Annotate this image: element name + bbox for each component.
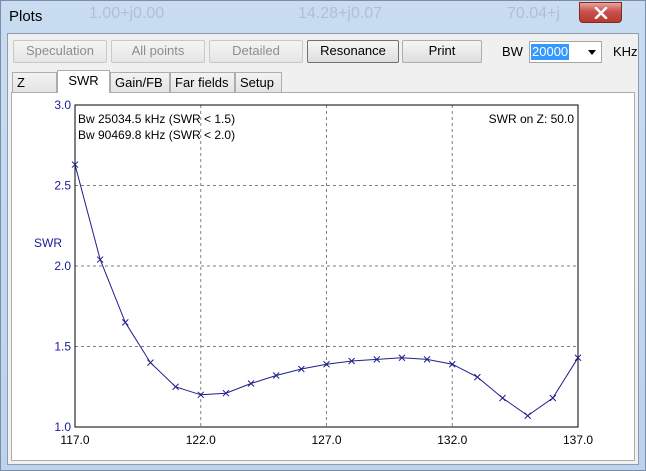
chart-grid bbox=[75, 105, 578, 427]
y-tick-label: 3.0 bbox=[54, 98, 71, 112]
bandwidth-annotation: Bw 90469.8 kHz (SWR < 2.0) bbox=[78, 128, 235, 142]
data-point-marker bbox=[96, 256, 104, 263]
resonance-button[interactable]: Resonance bbox=[307, 40, 399, 63]
data-point-marker bbox=[247, 380, 255, 387]
swr-reference-note: SWR on Z: 50.0 bbox=[489, 112, 575, 126]
data-point-marker bbox=[524, 412, 532, 420]
y-axis-label: SWR bbox=[34, 236, 62, 250]
bw-value: 20000 bbox=[531, 44, 570, 60]
detailed-button[interactable]: Detailed bbox=[209, 40, 303, 63]
plots-window: Plots 1.00+j0.00 14.28+j0.07 70.04+j Spe… bbox=[0, 0, 646, 471]
bw-label: BW bbox=[502, 44, 523, 59]
background-readout: 70.04+j bbox=[507, 5, 560, 22]
data-point-marker bbox=[499, 394, 506, 402]
close-icon bbox=[594, 7, 608, 19]
y-tick-label: 1.5 bbox=[54, 340, 71, 354]
background-readout: 14.28+j0.07 bbox=[298, 5, 383, 22]
data-point-marker bbox=[172, 383, 179, 391]
background-readout: 1.00+j0.00 bbox=[89, 5, 165, 22]
y-tick-label: 2.0 bbox=[54, 259, 71, 273]
y-tick-label: 1.0 bbox=[54, 420, 71, 434]
client-area: Speculation All points Detailed Resonanc… bbox=[7, 33, 639, 465]
window-title: Plots bbox=[9, 8, 43, 25]
x-tick-label: 127.0 bbox=[311, 433, 341, 447]
swr-tab-panel: 1.0 1.5 2.0 2.5 3.0 117.0 122.0 127.0 132.0 137.… bbox=[11, 92, 635, 461]
bw-unit: KHz bbox=[613, 44, 638, 59]
speculation-button[interactable]: Speculation bbox=[13, 40, 107, 63]
bandwidth-annotation: Bw 25034.5 kHz (SWR < 1.5) bbox=[78, 112, 235, 126]
title-bar[interactable]: Plots 1.00+j0.00 14.28+j0.07 70.04+j bbox=[1, 1, 645, 33]
tab-far-fields[interactable]: Far fields bbox=[170, 72, 235, 92]
all-points-button[interactable]: All points bbox=[111, 40, 205, 63]
data-point-marker bbox=[549, 394, 557, 402]
x-tick-label: 122.0 bbox=[186, 433, 216, 447]
tab-setup[interactable]: Setup bbox=[235, 72, 282, 92]
bw-dropdown[interactable]: 20000 bbox=[529, 41, 602, 63]
data-point-marker bbox=[147, 359, 154, 366]
y-tick-label: 2.5 bbox=[54, 179, 71, 193]
swr-chart: 1.0 1.5 2.0 2.5 3.0 117.0 122.0 127.0 132.0 137.… bbox=[34, 98, 593, 447]
tab-z[interactable]: Z bbox=[12, 72, 57, 92]
data-point-marker bbox=[272, 372, 280, 379]
print-button[interactable]: Print bbox=[402, 40, 482, 63]
chevron-down-icon[interactable] bbox=[588, 50, 596, 55]
data-point-marker bbox=[121, 318, 129, 326]
tab-gain-fb[interactable]: Gain/FB bbox=[110, 72, 170, 92]
x-tick-label: 132.0 bbox=[437, 433, 467, 447]
x-tick-label: 117.0 bbox=[60, 433, 89, 447]
tab-swr[interactable]: SWR bbox=[57, 70, 110, 93]
close-button[interactable] bbox=[579, 2, 622, 23]
data-point-marker bbox=[474, 373, 481, 381]
x-tick-label: 137.0 bbox=[563, 433, 593, 447]
